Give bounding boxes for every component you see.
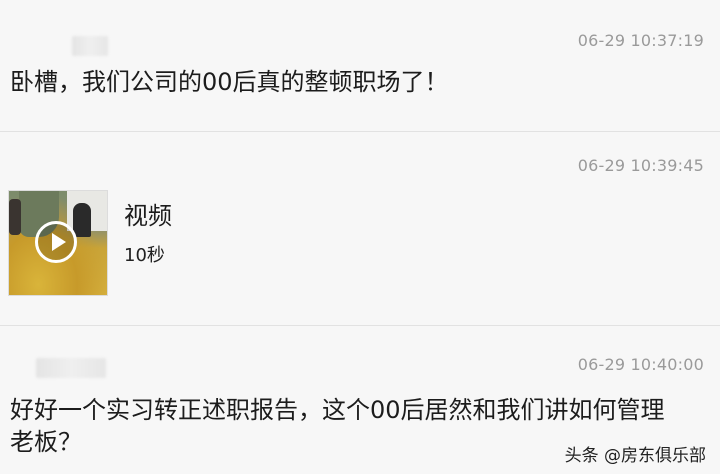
message-text: 卧槽，我们公司的00后真的整顿职场了！: [10, 68, 449, 96]
message-text-line: 好好一个实习转正述职报告，这个00后居然和我们讲如何管理: [10, 396, 665, 424]
video-thumbnail[interactable]: [8, 190, 108, 296]
sender-name-blurred: [36, 358, 106, 378]
message-divider: [0, 325, 720, 326]
watermark: 头条 @房东俱乐部: [565, 441, 706, 466]
play-circle-icon[interactable]: [35, 221, 77, 263]
thumbnail-person: [73, 203, 91, 237]
watermark-label: 头条 @房东俱乐部: [564, 446, 706, 466]
sender-name-blurred: [72, 36, 108, 56]
video-title[interactable]: 视频: [124, 196, 172, 231]
thumbnail-person: [9, 199, 21, 235]
message-timestamp: 06-29 10:37:19: [577, 31, 704, 50]
video-duration: 10秒: [124, 245, 165, 266]
message-divider: [0, 131, 720, 132]
message-timestamp: 06-29 10:39:45: [577, 156, 704, 175]
message-timestamp: 06-29 10:40:00: [577, 355, 704, 374]
message-text-line: 老板？: [10, 428, 82, 456]
